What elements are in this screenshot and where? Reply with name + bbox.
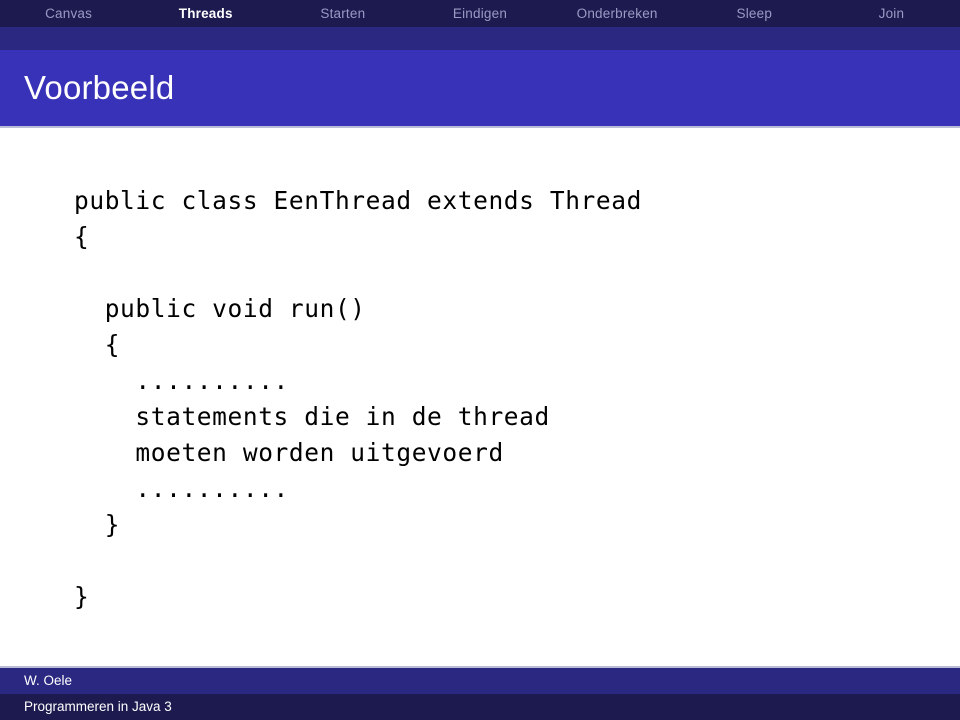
presentation-slide: Canvas Threads Starten Eindigen Onderbreken S… bbox=[0, 0, 960, 720]
code-line: public void run() bbox=[74, 294, 366, 323]
footer-course-title: Programmeren in Java 3 bbox=[24, 699, 172, 714]
code-line: moeten worden uitgevoerd bbox=[74, 438, 504, 467]
footer-course-bar: Programmeren in Java 3 bbox=[0, 694, 960, 720]
footer-author-bar: W. Oele bbox=[0, 668, 960, 694]
code-line: statements die in de thread bbox=[74, 402, 550, 431]
nav-item-threads[interactable]: Threads bbox=[137, 0, 274, 27]
nav-item-sleep[interactable]: Sleep bbox=[686, 0, 823, 27]
nav-item-starten[interactable]: Starten bbox=[274, 0, 411, 27]
code-line: public class EenThread extends Thread bbox=[74, 186, 642, 215]
nav-item-onderbreken[interactable]: Onderbreken bbox=[549, 0, 686, 27]
code-line: { bbox=[74, 330, 121, 359]
code-line: .......... bbox=[74, 366, 289, 395]
code-listing: public class EenThread extends Thread { p… bbox=[74, 183, 642, 615]
navigation-accent-band bbox=[0, 27, 960, 50]
code-line: } bbox=[74, 510, 121, 539]
slide-navigation-bar: Canvas Threads Starten Eindigen Onderbreken S… bbox=[0, 0, 960, 27]
slide-title-bar: Voorbeeld bbox=[0, 50, 960, 126]
code-line: } bbox=[74, 582, 90, 611]
nav-item-canvas[interactable]: Canvas bbox=[0, 0, 137, 27]
code-line: { bbox=[74, 222, 90, 251]
page-title: Voorbeeld bbox=[24, 69, 175, 106]
code-line: .......... bbox=[74, 474, 289, 503]
slide-content-area: public class EenThread extends Thread { p… bbox=[0, 128, 960, 667]
nav-item-join[interactable]: Join bbox=[823, 0, 960, 27]
footer-author: W. Oele bbox=[24, 673, 73, 688]
nav-item-eindigen[interactable]: Eindigen bbox=[411, 0, 548, 27]
